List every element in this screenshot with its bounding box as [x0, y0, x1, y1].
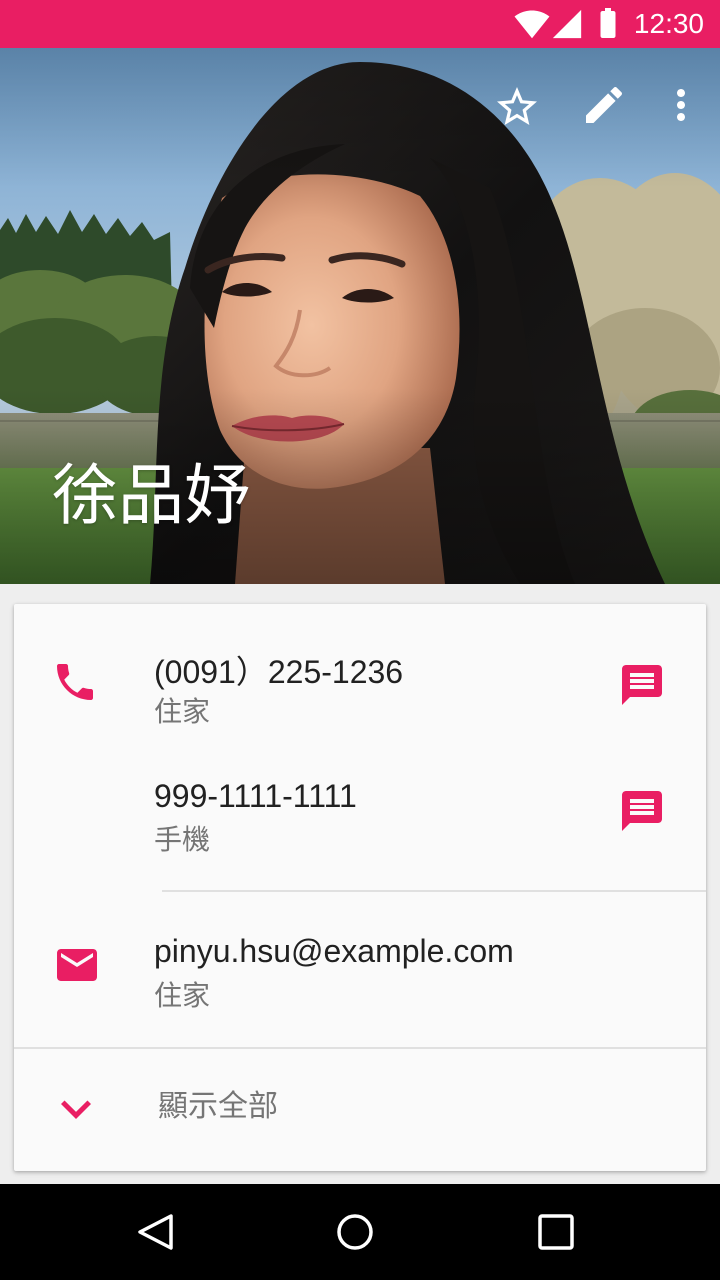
phone-icon [51, 658, 99, 706]
email-type-label: 住家 [154, 980, 211, 1011]
home-button[interactable] [325, 1202, 385, 1262]
status-bar: 12:30 [0, 0, 720, 48]
edit-icon[interactable] [580, 81, 628, 129]
phone-row[interactable]: 999-1111-1111 手機 [14, 748, 706, 876]
email-icon [53, 941, 101, 989]
message-icon[interactable] [618, 661, 666, 709]
status-time: 12:30 [633, 8, 704, 39]
overflow-menu-button[interactable] [657, 81, 705, 129]
contact-name: 徐品妤 [52, 458, 250, 532]
home-icon[interactable] [325, 1202, 385, 1262]
wifi-icon [514, 6, 550, 42]
email-row[interactable]: pinyu.hsu@example.com 住家 [14, 904, 706, 1034]
phone-number: 999-1111-1111 [154, 778, 357, 814]
contact-header: 徐品妤 [0, 48, 720, 584]
back-icon[interactable] [125, 1202, 185, 1262]
email-address: pinyu.hsu@example.com [154, 933, 514, 969]
phone-type-label: 手機 [154, 824, 211, 855]
favorite-button[interactable] [493, 83, 541, 131]
message-icon[interactable] [618, 787, 666, 835]
battery-icon [590, 5, 626, 41]
recents-icon[interactable] [526, 1202, 586, 1262]
navigation-bar [0, 1184, 720, 1280]
show-all-button[interactable]: 顯示全部 [14, 1049, 706, 1171]
send-message-button[interactable] [618, 787, 666, 835]
phone-type-label: 住家 [154, 696, 211, 727]
recents-button[interactable] [526, 1202, 586, 1262]
more-vert-icon[interactable] [657, 81, 705, 129]
send-message-button[interactable] [618, 661, 666, 709]
phone-row[interactable]: (0091）225-1236 住家 [14, 620, 706, 748]
contact-details-card: (0091）225-1236 住家 999-1111-1111 手機 pinyu… [14, 604, 706, 1171]
back-button[interactable] [125, 1202, 185, 1262]
contact-detail-screen: 12:30 徐品妤 (0091）225-1236 住家 999-1111-111… [0, 0, 720, 1280]
divider [162, 890, 706, 892]
star-icon[interactable] [493, 83, 541, 131]
signal-icon [550, 7, 584, 41]
chevron-down-icon [46, 1079, 106, 1139]
show-all-label: 顯示全部 [158, 1090, 278, 1123]
edit-button[interactable] [580, 81, 628, 129]
phone-number: (0091）225-1236 [154, 654, 404, 690]
